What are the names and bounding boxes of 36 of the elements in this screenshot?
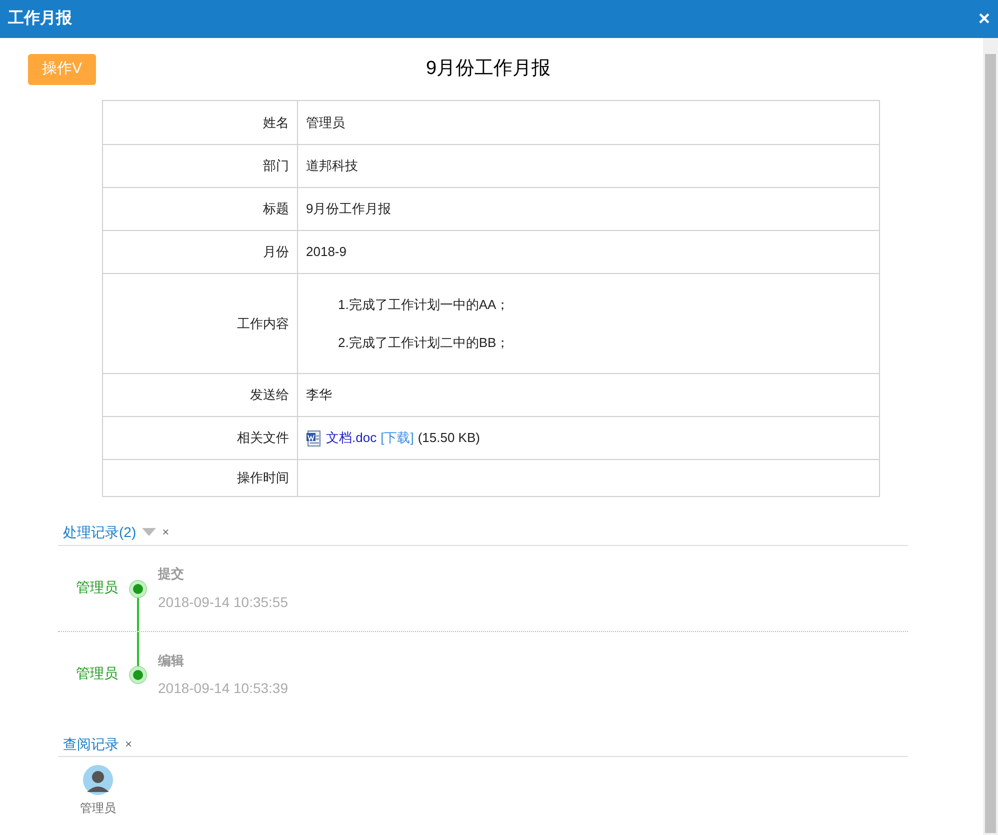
- view-log-tab[interactable]: 查阅记录: [63, 734, 119, 754]
- field-label: 月份: [263, 243, 289, 262]
- field-label: 发送给: [250, 386, 289, 404]
- viewer-name: 管理员: [80, 800, 116, 817]
- user-name: 管理员: [75, 578, 118, 596]
- close-button[interactable]: ×: [125, 735, 132, 753]
- field-value: 道邦科技: [306, 157, 358, 176]
- field-label: 操作时间: [237, 469, 289, 488]
- content-line: 2.完成了工作计划二中的BB；: [338, 334, 510, 352]
- close-button[interactable]: ×: [162, 523, 170, 541]
- content-line: 1.完成了工作计划一中的AA；: [338, 296, 510, 314]
- user-name: 管理员: [75, 664, 118, 683]
- scrollbar[interactable]: [983, 38, 998, 835]
- field-label: 工作内容: [237, 314, 289, 333]
- field-value: 管理员: [306, 114, 345, 132]
- avatar-icon: [83, 765, 113, 795]
- file-size: (15.50 KB): [418, 429, 480, 448]
- field-value: 9月份工作月报: [306, 200, 392, 218]
- timestamp: 2018-09-14 10:53:39: [158, 679, 288, 698]
- document-icon: [306, 430, 322, 446]
- report-heading: 9月份工作月报: [426, 56, 551, 81]
- action-text: 提交: [158, 565, 185, 584]
- field-label: 姓名: [263, 114, 289, 132]
- field-label: 相关文件: [237, 429, 289, 448]
- dropdown-triangle-icon[interactable]: [142, 528, 156, 536]
- close-button[interactable]: ×: [978, 9, 990, 29]
- field-value: 李华: [306, 386, 332, 404]
- timestamp: 2018-09-14 10:35:55: [158, 592, 288, 612]
- process-log-tab[interactable]: 处理记录(2): [63, 522, 136, 542]
- field-value: 2018-9: [306, 243, 346, 262]
- download-link[interactable]: [下载]: [380, 428, 414, 448]
- field-label: 标题: [263, 200, 289, 218]
- window-title: 工作月报: [8, 8, 72, 29]
- file-link[interactable]: 文档.doc: [326, 428, 377, 448]
- action-text: 编辑: [158, 652, 185, 670]
- field-label: 部门: [263, 157, 289, 176]
